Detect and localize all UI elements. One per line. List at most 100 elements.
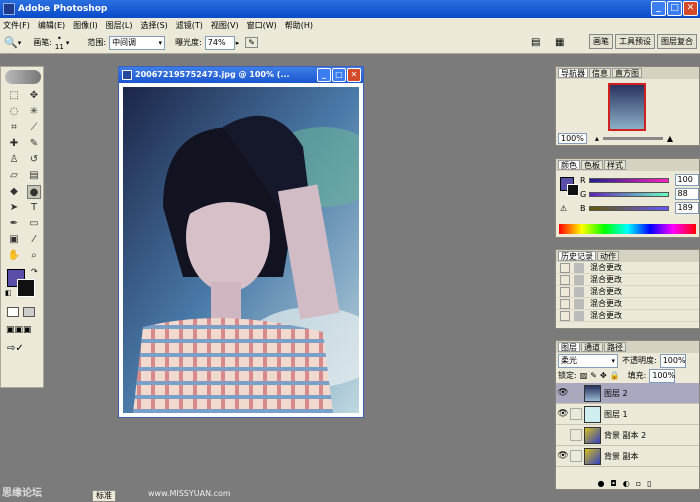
doc-close-button[interactable]: ✕ xyxy=(347,68,361,82)
type-tool-icon[interactable]: T xyxy=(27,201,41,215)
tab-tool-presets[interactable]: 工具预设 xyxy=(615,34,655,49)
tab-history[interactable]: 历史记录 xyxy=(558,251,596,261)
palette-well-icon[interactable]: ▤ xyxy=(531,37,540,48)
history-source-checkbox[interactable] xyxy=(560,274,570,285)
lock-paint-icon[interactable]: ✎ xyxy=(590,371,597,380)
menu-view[interactable]: 视图(V) xyxy=(211,20,239,31)
history-item[interactable]: 混合更改 xyxy=(556,262,699,274)
zoom-tool-icon[interactable]: ⌕ xyxy=(27,249,41,263)
jump-to-imageready-icon[interactable]: ⇨✓ xyxy=(7,343,24,354)
layer-mask-icon[interactable]: ◘ xyxy=(610,479,622,488)
eye-icon[interactable]: 👁 xyxy=(556,388,570,398)
opacity-input[interactable]: 100% xyxy=(659,353,686,368)
dodge-tool-icon[interactable]: ● xyxy=(27,185,41,199)
slice-tool-icon[interactable]: ⟋ xyxy=(27,121,41,135)
range-select[interactable]: 中间调 ▾ xyxy=(109,35,166,50)
tool-preset-picker[interactable]: 🔍 ▾ xyxy=(4,36,21,49)
minimize-button[interactable]: _ xyxy=(651,1,666,16)
tab-histogram[interactable]: 直方图 xyxy=(612,68,642,78)
layer-row[interactable]: 👁 图层 1 xyxy=(556,404,699,425)
value-b[interactable]: 189 xyxy=(674,202,699,214)
spectrum-bar[interactable] xyxy=(559,224,696,234)
menu-image[interactable]: 图像(I) xyxy=(73,20,98,31)
standard-mode-icon[interactable] xyxy=(7,307,19,317)
hand-tool-icon[interactable]: ✋ xyxy=(7,249,21,263)
lock-transparent-icon[interactable]: ▨ xyxy=(580,371,588,380)
menu-help[interactable]: 帮助(H) xyxy=(285,20,313,31)
track-g[interactable] xyxy=(589,191,669,197)
history-source-checkbox[interactable] xyxy=(560,298,570,309)
layer-style-icon[interactable]: ● xyxy=(597,479,610,488)
brush-tool-icon[interactable]: ✎ xyxy=(27,137,41,151)
tab-actions[interactable]: 动作 xyxy=(597,251,619,261)
doc-maximize-button[interactable]: □ xyxy=(332,68,346,82)
history-item[interactable]: 混合更改 xyxy=(556,286,699,298)
tab-navigator[interactable]: 导航器 xyxy=(558,68,588,78)
history-brush-icon[interactable]: ↺ xyxy=(27,153,41,167)
airbrush-icon[interactable]: ✎ xyxy=(245,37,258,48)
history-item[interactable]: 混合更改 xyxy=(556,310,699,322)
blend-mode-select[interactable]: 柔光 ▾ xyxy=(558,353,618,368)
tab-layers[interactable]: 图层 xyxy=(558,342,580,352)
quickmask-mode-icon[interactable] xyxy=(23,307,35,317)
maximize-button[interactable]: □ xyxy=(667,1,682,16)
eraser-tool-icon[interactable]: ▱ xyxy=(7,169,21,183)
layer-row[interactable]: 👁 背景 副本 xyxy=(556,446,699,467)
eyedropper-icon[interactable]: ⁄ xyxy=(27,233,41,247)
taskbar-button[interactable]: 标准 xyxy=(92,490,116,502)
new-doc-icon[interactable]: ▦ xyxy=(555,37,564,48)
healing-brush-icon[interactable]: ✚ xyxy=(7,137,21,151)
path-select-icon[interactable]: ➤ xyxy=(7,201,21,215)
default-colors-icon[interactable]: ◧ xyxy=(5,289,12,297)
shape-tool-icon[interactable]: ▭ xyxy=(27,217,41,231)
layer-row[interactable]: 👁 图层 2 xyxy=(556,383,699,404)
magic-wand-icon[interactable]: ✳ xyxy=(27,105,41,119)
screen-mode-icons[interactable]: ▣▣▣ xyxy=(6,325,32,335)
tab-brushes[interactable]: 画笔 xyxy=(589,34,613,49)
tab-styles[interactable]: 样式 xyxy=(604,160,626,170)
move-tool-icon[interactable]: ✥ xyxy=(27,89,41,103)
marquee-tool-icon[interactable]: ⬚ xyxy=(7,89,21,103)
navigator-zoom[interactable]: 100% xyxy=(558,133,587,144)
eye-icon[interactable]: 👁 xyxy=(556,451,570,461)
tab-info[interactable]: 信息 xyxy=(589,68,611,78)
exposure-input[interactable]: 74% xyxy=(204,35,235,50)
brush-link-icon[interactable] xyxy=(570,387,582,399)
document-canvas[interactable] xyxy=(123,87,359,413)
layer-row[interactable]: 背景 副本 2 xyxy=(556,425,699,446)
gamut-warning-icon[interactable]: ⚠ xyxy=(560,204,567,213)
crop-tool-icon[interactable]: ⌗ xyxy=(7,121,21,135)
lasso-tool-icon[interactable]: ◌ xyxy=(7,105,21,119)
tab-paths[interactable]: 路径 xyxy=(604,342,626,352)
notes-tool-icon[interactable]: ▣ xyxy=(7,233,21,247)
zoom-out-icon[interactable]: ▴ xyxy=(595,134,599,143)
pen-tool-icon[interactable]: ✒ xyxy=(7,217,21,231)
fill-input[interactable]: 100% xyxy=(649,368,676,383)
lock-all-icon[interactable]: 🔒 xyxy=(610,371,620,380)
swap-colors-icon[interactable]: ↷ xyxy=(31,267,38,276)
clone-stamp-icon[interactable]: ♙ xyxy=(7,153,21,167)
brush-picker[interactable]: • 11 xyxy=(55,34,64,51)
color-bg-swatch[interactable] xyxy=(567,184,579,196)
navigator-thumbnail[interactable] xyxy=(608,83,646,131)
track-b[interactable] xyxy=(589,205,669,211)
new-layer-icon[interactable]: ▫ xyxy=(636,479,647,488)
menu-file[interactable]: 文件(F) xyxy=(3,20,30,31)
tab-channels[interactable]: 通道 xyxy=(581,342,603,352)
history-source-checkbox[interactable] xyxy=(560,286,570,297)
menu-select[interactable]: 选择(S) xyxy=(140,20,167,31)
link-icon[interactable] xyxy=(570,429,582,441)
link-icon[interactable] xyxy=(570,450,582,462)
delete-layer-icon[interactable]: ▯ xyxy=(647,479,657,488)
value-g[interactable]: 88 xyxy=(674,188,699,200)
zoom-in-icon[interactable]: ▲ xyxy=(667,134,673,143)
menu-layer[interactable]: 图层(L) xyxy=(106,20,133,31)
history-item[interactable]: 混合更改 xyxy=(556,298,699,310)
blur-tool-icon[interactable]: ◆ xyxy=(7,185,21,199)
eye-icon[interactable]: 👁 xyxy=(556,409,570,419)
menu-filter[interactable]: 滤镜(T) xyxy=(176,20,203,31)
menu-window[interactable]: 窗口(W) xyxy=(247,20,277,31)
history-source-checkbox[interactable] xyxy=(560,262,570,273)
gradient-tool-icon[interactable]: ▤ xyxy=(27,169,41,183)
close-button[interactable]: ✕ xyxy=(683,1,698,16)
